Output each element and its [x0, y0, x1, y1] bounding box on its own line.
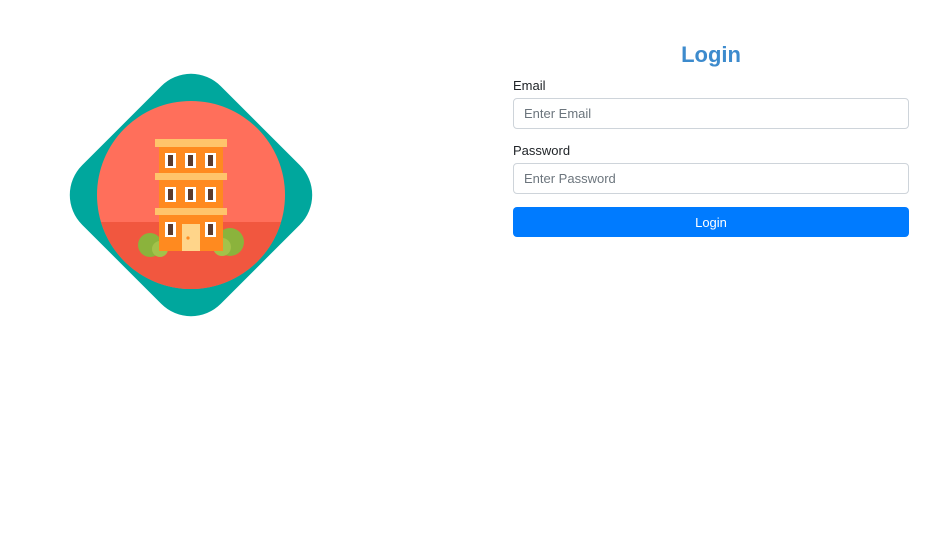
login-button[interactable]: Login: [513, 207, 909, 237]
login-form: Login Email Password Login: [513, 40, 909, 237]
login-title: Login: [681, 42, 741, 67]
password-field[interactable]: [513, 163, 909, 194]
hotel-illustration: [28, 32, 354, 358]
password-label: Password: [513, 143, 571, 158]
email-label: Email: [513, 78, 546, 93]
email-field[interactable]: [513, 98, 909, 129]
hotel-building-icon: [69, 73, 313, 317]
login-page: Login Email Password Login: [0, 0, 928, 548]
